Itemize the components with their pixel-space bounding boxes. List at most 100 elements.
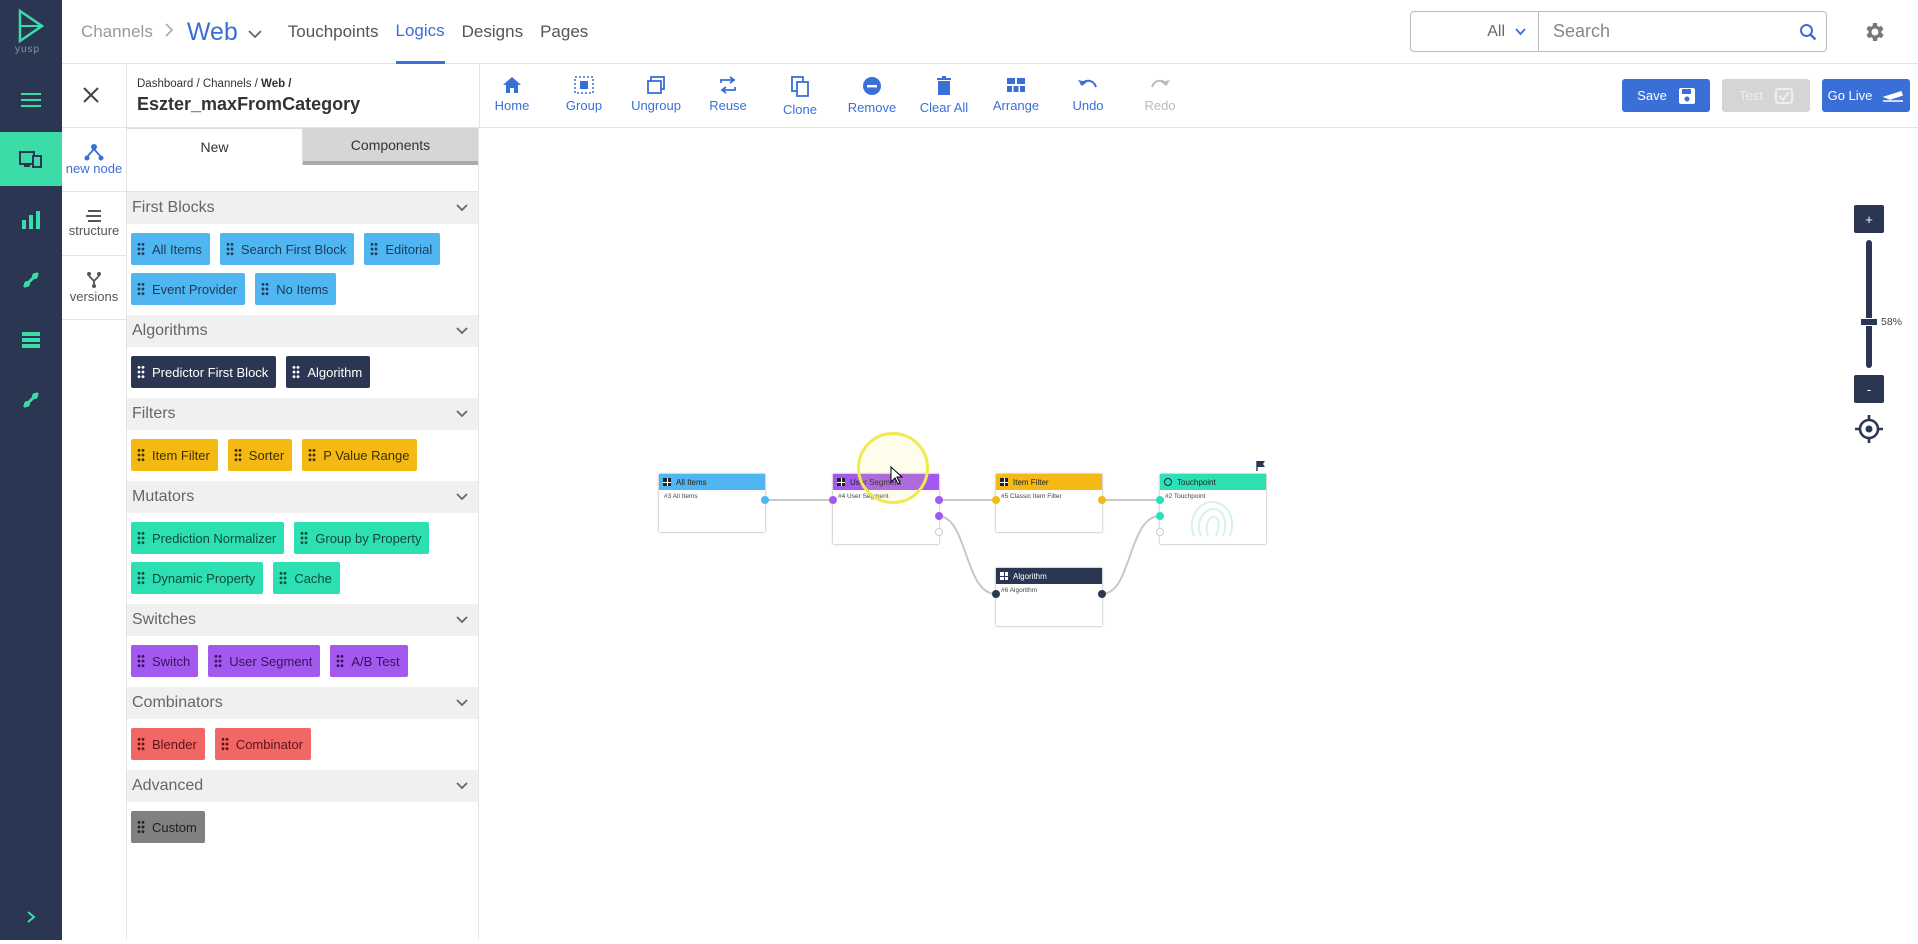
drag-handle-icon[interactable] xyxy=(292,365,301,379)
palette-item-user-segment[interactable]: User Segment xyxy=(208,645,321,677)
tab-logics[interactable]: Logics xyxy=(395,0,445,64)
arrange-button[interactable]: Arrange xyxy=(983,76,1049,113)
breadcrumb-web[interactable]: Web / xyxy=(261,78,291,90)
palette-item-a-b-test[interactable]: A/B Test xyxy=(330,645,408,677)
drag-handle-icon[interactable] xyxy=(300,531,309,545)
clone-button[interactable]: Clone xyxy=(767,76,833,117)
drag-handle-icon[interactable] xyxy=(137,365,145,379)
analytics-nav-icon[interactable] xyxy=(0,193,62,247)
drag-handle-icon[interactable] xyxy=(308,448,317,462)
output-port[interactable] xyxy=(1098,496,1106,504)
palette-item-event-provider[interactable]: Event Provider xyxy=(131,273,246,305)
drag-handle-icon[interactable] xyxy=(220,737,229,751)
breadcrumb-dashboard[interactable]: Dashboard / xyxy=(137,78,200,90)
output-port[interactable] xyxy=(935,496,943,504)
chevron-down-icon[interactable] xyxy=(456,694,468,712)
chevron-down-icon[interactable] xyxy=(456,611,468,629)
node-algorithm[interactable]: Algorithm #6 Algorithm xyxy=(992,568,1106,626)
node-item-filter[interactable]: Item Filter #5 Classic Item Filter xyxy=(992,474,1106,532)
home-button[interactable]: Home xyxy=(479,76,545,113)
drag-handle-icon[interactable] xyxy=(261,282,270,296)
palette-item-all-items[interactable]: All Items xyxy=(131,233,210,265)
palette-item-editorial[interactable]: Editorial xyxy=(364,233,441,265)
chevron-down-icon[interactable] xyxy=(456,777,468,795)
drag-handle-icon[interactable] xyxy=(233,448,242,462)
palette-item-p-value-range[interactable]: P Value Range xyxy=(302,439,418,471)
breadcrumb-channels[interactable]: Channels / xyxy=(203,78,258,90)
drag-handle-icon[interactable] xyxy=(137,242,145,256)
redo-button[interactable]: Redo xyxy=(1127,76,1193,113)
output-port[interactable] xyxy=(935,512,943,520)
remove-button[interactable]: Remove xyxy=(839,76,905,115)
input-port[interactable] xyxy=(1156,512,1164,520)
reuse-button[interactable]: Reuse xyxy=(695,76,761,113)
zoom-out-button[interactable]: - xyxy=(1854,375,1884,403)
chevron-down-icon[interactable] xyxy=(456,199,468,217)
palette-item-switch[interactable]: Switch xyxy=(131,645,199,677)
drag-handle-icon[interactable] xyxy=(137,448,145,462)
drag-handle-icon[interactable] xyxy=(137,571,145,585)
database-nav-icon[interactable] xyxy=(0,313,62,367)
input-port[interactable] xyxy=(829,496,837,504)
section-header-first-blocks[interactable]: First Blocks xyxy=(127,192,478,224)
drag-handle-icon[interactable] xyxy=(279,571,288,585)
palette-item-blender[interactable]: Blender xyxy=(131,728,205,760)
section-header-mutators[interactable]: Mutators xyxy=(127,481,478,513)
section-header-advanced[interactable]: Advanced xyxy=(127,770,478,802)
palette-item-sorter[interactable]: Sorter xyxy=(227,439,293,471)
palette-item-item-filter[interactable]: Item Filter xyxy=(131,439,218,471)
output-port[interactable] xyxy=(1098,590,1106,598)
section-header-filters[interactable]: Filters xyxy=(127,398,478,430)
chevron-down-icon[interactable] xyxy=(248,24,262,44)
chevron-down-icon[interactable] xyxy=(456,488,468,506)
connect-nav-icon[interactable] xyxy=(0,373,62,427)
go-live-button[interactable]: Go Live xyxy=(1822,79,1910,112)
drag-handle-icon[interactable] xyxy=(225,242,234,256)
node-touchpoint[interactable]: Touchpoint #2 Touchpoint xyxy=(1156,461,1266,544)
group-button[interactable]: Group xyxy=(551,76,617,113)
input-port-empty[interactable] xyxy=(1156,528,1164,536)
settings-gear-icon[interactable] xyxy=(1862,20,1886,49)
input-port[interactable] xyxy=(992,496,1000,504)
close-icon[interactable] xyxy=(82,86,100,109)
menu-icon[interactable] xyxy=(0,73,62,127)
tab-components[interactable]: Components xyxy=(303,128,478,165)
palette-item-algorithm[interactable]: Algorithm xyxy=(286,356,371,388)
ungroup-button[interactable]: Ungroup xyxy=(623,76,689,113)
breadcrumb-channels[interactable]: Channels xyxy=(81,22,153,42)
zoom-in-button[interactable]: + xyxy=(1854,205,1884,233)
recenter-target-icon[interactable] xyxy=(1854,414,1884,449)
channels-nav-icon[interactable] xyxy=(0,132,62,186)
chevron-down-icon[interactable] xyxy=(456,322,468,340)
palette-item-cache[interactable]: Cache xyxy=(273,562,340,594)
drag-handle-icon[interactable] xyxy=(137,282,145,296)
chevron-down-icon[interactable] xyxy=(456,405,468,423)
section-header-algorithms[interactable]: Algorithms xyxy=(127,315,478,347)
zoom-slider-thumb[interactable] xyxy=(1860,318,1878,326)
palette-item-dynamic-property[interactable]: Dynamic Property xyxy=(131,562,264,594)
palette-item-no-items[interactable]: No Items xyxy=(255,273,337,305)
new-node-tool[interactable]: new node xyxy=(62,128,126,192)
logic-canvas[interactable]: All Items #3 All Items User Segment #4 U… xyxy=(480,129,1918,940)
drag-handle-icon[interactable] xyxy=(336,654,345,668)
section-header-combinators[interactable]: Combinators xyxy=(127,687,478,719)
yusp-logo[interactable]: yusp xyxy=(12,8,50,55)
tab-touchpoints[interactable]: Touchpoints xyxy=(288,22,379,42)
input-port[interactable] xyxy=(992,590,1000,598)
drag-handle-icon[interactable] xyxy=(137,737,145,751)
search-scope-select[interactable]: All xyxy=(1411,12,1539,51)
drag-handle-icon[interactable] xyxy=(137,531,145,545)
drag-handle-icon[interactable] xyxy=(137,654,145,668)
clear-all-button[interactable]: Clear All xyxy=(911,76,977,115)
drag-handle-icon[interactable] xyxy=(370,242,379,256)
save-button[interactable]: Save xyxy=(1622,79,1710,112)
drag-handle-icon[interactable] xyxy=(214,654,223,668)
drag-handle-icon[interactable] xyxy=(137,820,145,834)
search-icon[interactable] xyxy=(1790,12,1826,51)
palette-item-predictor-first-block[interactable]: Predictor First Block xyxy=(131,356,277,388)
output-port[interactable] xyxy=(761,496,769,504)
integration-nav-icon[interactable] xyxy=(0,253,62,307)
expand-sidebar-icon[interactable] xyxy=(0,890,62,944)
node-all-items[interactable]: All Items #3 All Items xyxy=(659,474,769,532)
palette-item-prediction-normalizer[interactable]: Prediction Normalizer xyxy=(131,522,285,554)
